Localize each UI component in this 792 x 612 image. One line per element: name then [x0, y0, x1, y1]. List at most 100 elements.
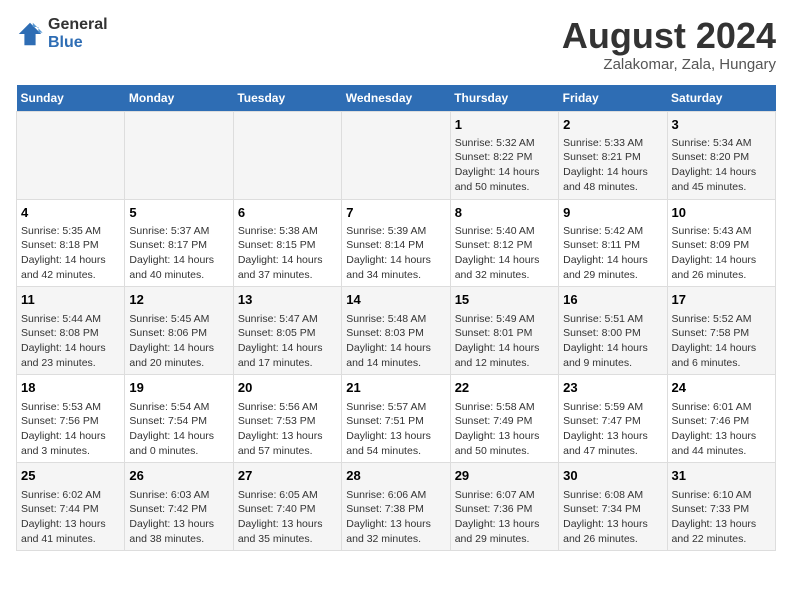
calendar-header-thursday: Thursday: [450, 85, 558, 112]
calendar-cell: 22Sunrise: 5:58 AM Sunset: 7:49 PM Dayli…: [450, 375, 558, 463]
calendar-cell: 13 Sunrise: 5:47 AM Sunset: 8:05 PM Dayli…: [233, 287, 341, 375]
calendar-header-saturday: Saturday: [667, 85, 775, 112]
calendar-header-row: SundayMondayTuesdayWednesdayThursdayFrid…: [17, 85, 776, 112]
calendar-cell: 3Sunrise: 5:34 AM Sunset: 8:20 PM Daylig…: [667, 111, 775, 199]
logo: General Blue: [16, 16, 108, 51]
day-number: 23: [563, 379, 662, 397]
title-section: August 2024 Zalakomar, Zala, Hungary: [562, 16, 776, 73]
day-number: 27: [238, 467, 337, 485]
calendar-cell: 31 Sunrise: 6:10 AM Sunset: 7:33 PM Dayli…: [667, 463, 775, 551]
calendar-cell: [342, 111, 450, 199]
day-info: Sunrise: 5:45 AM Sunset: 8:06 PM Dayligh…: [129, 312, 228, 371]
day-info: Sunrise: 6:06 AM Sunset: 7:38 PM Dayligh…: [346, 488, 445, 547]
calendar-week-4: 18 Sunrise: 5:53 AM Sunset: 7:56 PM Dayli…: [17, 375, 776, 463]
day-number: 4: [21, 204, 120, 222]
calendar-cell: 19Sunrise: 5:54 AM Sunset: 7:54 PM Dayli…: [125, 375, 233, 463]
day-info: Sunrise: 6:01 AM Sunset: 7:46 PM Dayligh…: [672, 400, 771, 459]
day-number: 14: [346, 291, 445, 309]
day-number: 19: [129, 379, 228, 397]
day-info: Sunrise: 6:03 AM Sunset: 7:42 PM Dayligh…: [129, 488, 228, 547]
calendar-cell: 1Sunrise: 5:32 AM Sunset: 8:22 PM Daylig…: [450, 111, 558, 199]
calendar-cell: 17 Sunrise: 5:52 AM Sunset: 7:58 PM Dayli…: [667, 287, 775, 375]
calendar-cell: 29 Sunrise: 6:07 AM Sunset: 7:36 PM Dayli…: [450, 463, 558, 551]
day-info: Sunrise: 5:37 AM Sunset: 8:17 PM Dayligh…: [129, 224, 228, 283]
day-info: Sunrise: 6:05 AM Sunset: 7:40 PM Dayligh…: [238, 488, 337, 547]
day-number: 15: [455, 291, 554, 309]
day-info: Sunrise: 5:40 AM Sunset: 8:12 PM Dayligh…: [455, 224, 554, 283]
day-info: Sunrise: 5:39 AM Sunset: 8:14 PM Dayligh…: [346, 224, 445, 283]
day-number: 1: [455, 116, 554, 134]
day-number: 7: [346, 204, 445, 222]
day-number: 21: [346, 379, 445, 397]
calendar-week-3: 11 Sunrise: 5:44 AM Sunset: 8:08 PM Dayli…: [17, 287, 776, 375]
main-title: August 2024: [562, 16, 776, 56]
calendar-cell: 25Sunrise: 6:02 AM Sunset: 7:44 PM Dayli…: [17, 463, 125, 551]
day-info: Sunrise: 6:08 AM Sunset: 7:34 PM Dayligh…: [563, 488, 662, 547]
calendar-cell: 9 Sunrise: 5:42 AM Sunset: 8:11 PM Daylig…: [559, 199, 667, 287]
calendar-cell: 12 Sunrise: 5:45 AM Sunset: 8:06 PM Dayli…: [125, 287, 233, 375]
day-number: 8: [455, 204, 554, 222]
day-info: Sunrise: 5:52 AM Sunset: 7:58 PM Dayligh…: [672, 312, 771, 371]
day-number: 6: [238, 204, 337, 222]
day-number: 30: [563, 467, 662, 485]
day-number: 20: [238, 379, 337, 397]
day-info: Sunrise: 5:42 AM Sunset: 8:11 PM Dayligh…: [563, 224, 662, 283]
calendar-table: SundayMondayTuesdayWednesdayThursdayFrid…: [16, 85, 776, 552]
day-number: 25: [21, 467, 120, 485]
day-number: 17: [672, 291, 771, 309]
day-info: Sunrise: 5:56 AM Sunset: 7:53 PM Dayligh…: [238, 400, 337, 459]
day-number: 9: [563, 204, 662, 222]
day-number: 5: [129, 204, 228, 222]
calendar-cell: 6 Sunrise: 5:38 AM Sunset: 8:15 PM Daylig…: [233, 199, 341, 287]
day-info: Sunrise: 6:07 AM Sunset: 7:36 PM Dayligh…: [455, 488, 554, 547]
calendar-week-2: 4 Sunrise: 5:35 AM Sunset: 8:18 PM Daylig…: [17, 199, 776, 287]
subtitle: Zalakomar, Zala, Hungary: [562, 56, 776, 73]
day-info: Sunrise: 5:51 AM Sunset: 8:00 PM Dayligh…: [563, 312, 662, 371]
calendar-cell: 24 Sunrise: 6:01 AM Sunset: 7:46 PM Dayli…: [667, 375, 775, 463]
day-number: 16: [563, 291, 662, 309]
day-number: 24: [672, 379, 771, 397]
day-number: 3: [672, 116, 771, 134]
day-number: 10: [672, 204, 771, 222]
day-number: 2: [563, 116, 662, 134]
day-info: Sunrise: 5:47 AM Sunset: 8:05 PM Dayligh…: [238, 312, 337, 371]
day-info: Sunrise: 5:58 AM Sunset: 7:49 PM Dayligh…: [455, 400, 554, 459]
logo-blue-text: Blue: [48, 34, 108, 52]
day-number: 29: [455, 467, 554, 485]
calendar-cell: 10 Sunrise: 5:43 AM Sunset: 8:09 PM Dayli…: [667, 199, 775, 287]
day-info: Sunrise: 5:38 AM Sunset: 8:15 PM Dayligh…: [238, 224, 337, 283]
day-number: 11: [21, 291, 120, 309]
day-info: Sunrise: 5:35 AM Sunset: 8:18 PM Dayligh…: [21, 224, 120, 283]
calendar-cell: 7 Sunrise: 5:39 AM Sunset: 8:14 PM Daylig…: [342, 199, 450, 287]
logo-text: General Blue: [48, 16, 108, 51]
calendar-cell: 23Sunrise: 5:59 AM Sunset: 7:47 PM Dayli…: [559, 375, 667, 463]
logo-general-text: General: [48, 16, 108, 34]
calendar-cell: 11 Sunrise: 5:44 AM Sunset: 8:08 PM Dayli…: [17, 287, 125, 375]
calendar-cell: 30 Sunrise: 6:08 AM Sunset: 7:34 PM Dayli…: [559, 463, 667, 551]
logo-icon: [16, 20, 44, 48]
calendar-cell: 14 Sunrise: 5:48 AM Sunset: 8:03 PM Dayli…: [342, 287, 450, 375]
calendar-cell: 15Sunrise: 5:49 AM Sunset: 8:01 PM Dayli…: [450, 287, 558, 375]
calendar-cell: 16 Sunrise: 5:51 AM Sunset: 8:00 PM Dayli…: [559, 287, 667, 375]
calendar-cell: 5 Sunrise: 5:37 AM Sunset: 8:17 PM Daylig…: [125, 199, 233, 287]
calendar-week-1: 1Sunrise: 5:32 AM Sunset: 8:22 PM Daylig…: [17, 111, 776, 199]
calendar-cell: 21Sunrise: 5:57 AM Sunset: 7:51 PM Dayli…: [342, 375, 450, 463]
calendar-cell: 28Sunrise: 6:06 AM Sunset: 7:38 PM Dayli…: [342, 463, 450, 551]
day-number: 12: [129, 291, 228, 309]
calendar-cell: [17, 111, 125, 199]
calendar-cell: 8 Sunrise: 5:40 AM Sunset: 8:12 PM Daylig…: [450, 199, 558, 287]
day-number: 18: [21, 379, 120, 397]
day-info: Sunrise: 5:48 AM Sunset: 8:03 PM Dayligh…: [346, 312, 445, 371]
day-info: Sunrise: 5:53 AM Sunset: 7:56 PM Dayligh…: [21, 400, 120, 459]
calendar-header-tuesday: Tuesday: [233, 85, 341, 112]
calendar-week-5: 25Sunrise: 6:02 AM Sunset: 7:44 PM Dayli…: [17, 463, 776, 551]
calendar-cell: 26Sunrise: 6:03 AM Sunset: 7:42 PM Dayli…: [125, 463, 233, 551]
calendar-cell: 27 Sunrise: 6:05 AM Sunset: 7:40 PM Dayli…: [233, 463, 341, 551]
day-info: Sunrise: 5:44 AM Sunset: 8:08 PM Dayligh…: [21, 312, 120, 371]
day-info: Sunrise: 5:43 AM Sunset: 8:09 PM Dayligh…: [672, 224, 771, 283]
day-number: 13: [238, 291, 337, 309]
header: General Blue August 2024 Zalakomar, Zala…: [16, 16, 776, 73]
day-number: 31: [672, 467, 771, 485]
day-info: Sunrise: 6:10 AM Sunset: 7:33 PM Dayligh…: [672, 488, 771, 547]
calendar-cell: [125, 111, 233, 199]
